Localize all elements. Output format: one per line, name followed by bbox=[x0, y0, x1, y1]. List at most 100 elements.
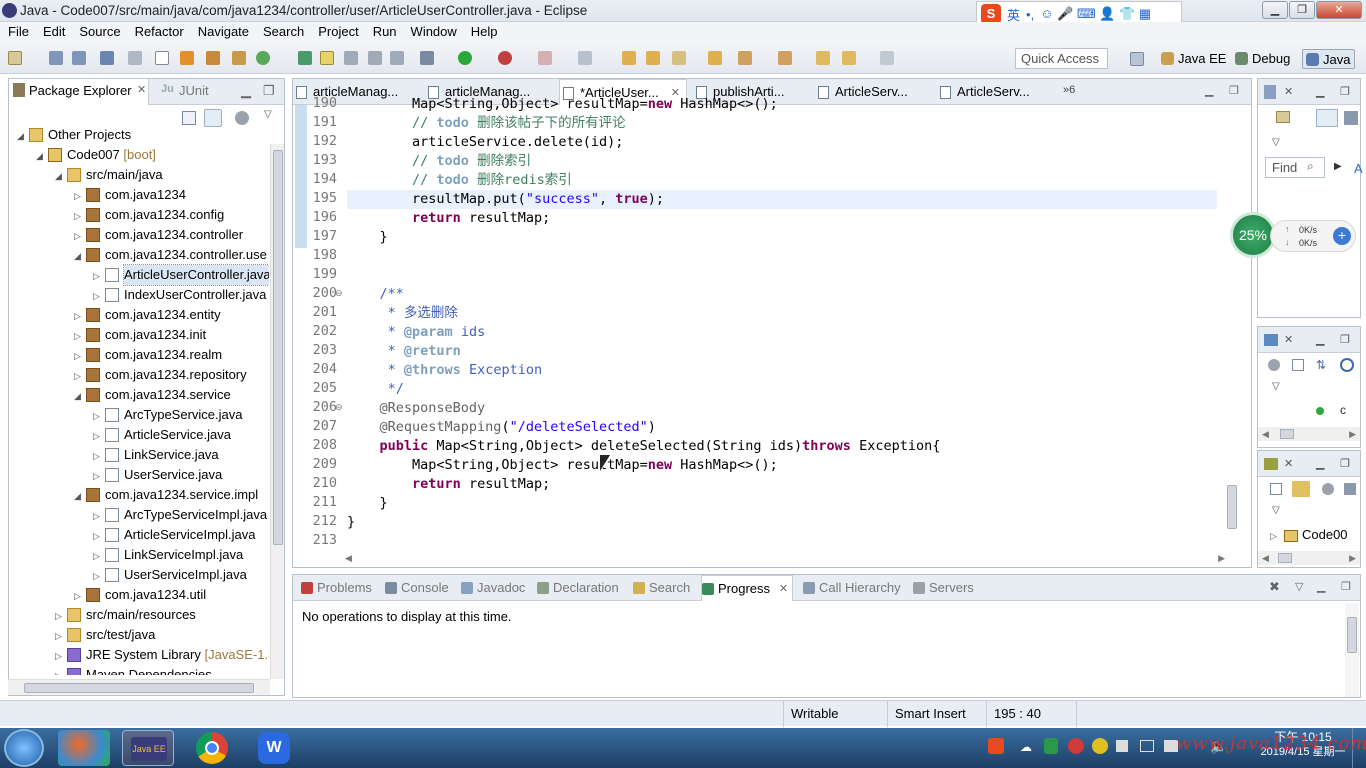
task-icon[interactable] bbox=[232, 51, 246, 65]
disconnect-icon[interactable] bbox=[578, 51, 592, 65]
code-line[interactable]: } bbox=[347, 228, 1217, 247]
media-app-icon[interactable] bbox=[58, 730, 110, 766]
search-toolbar-icon[interactable] bbox=[672, 51, 686, 65]
tree-expand-icon[interactable]: ◢ bbox=[55, 166, 65, 186]
package-explorer-vscrollbar[interactable] bbox=[270, 144, 284, 679]
bottom-tab[interactable]: Call Hierarchy bbox=[803, 575, 901, 601]
bottom-tab[interactable]: Search bbox=[633, 575, 690, 601]
add-icon[interactable]: + bbox=[1333, 227, 1351, 245]
bottom-tab[interactable]: Javadoc bbox=[461, 575, 525, 601]
bottom-tab[interactable]: Declaration bbox=[537, 575, 619, 601]
maximize-view-icon[interactable]: ❐ bbox=[263, 83, 275, 99]
code-line[interactable]: // todo 删除redis索引 bbox=[347, 171, 1217, 190]
menu-search[interactable]: Search bbox=[249, 22, 304, 39]
code-line[interactable]: } bbox=[347, 494, 1217, 513]
java-ee-ide-app-icon[interactable]: Java EE bbox=[122, 730, 174, 766]
code-line[interactable]: // todo 删除索引 bbox=[347, 152, 1217, 171]
bottom-tab[interactable]: Progress ✕ bbox=[701, 575, 794, 602]
tree-expand-icon[interactable]: ◢ bbox=[17, 126, 27, 146]
collapse-icon[interactable] bbox=[1292, 359, 1304, 371]
menu-edit[interactable]: Edit bbox=[29, 22, 65, 39]
code-line[interactable] bbox=[347, 247, 1217, 266]
view-menu-icon[interactable]: ▽ bbox=[264, 109, 272, 120]
open-perspective-icon[interactable] bbox=[1130, 52, 1144, 66]
minimize-view-icon[interactable]: ▁ bbox=[241, 83, 251, 99]
menu-file[interactable]: File bbox=[0, 22, 29, 39]
menu-source[interactable]: Source bbox=[65, 22, 120, 39]
close-icon[interactable]: ✕ bbox=[1284, 85, 1293, 98]
back-icon[interactable] bbox=[816, 51, 830, 65]
close-tab-icon[interactable]: ✕ bbox=[779, 576, 788, 602]
code-line[interactable]: * 多选删除 bbox=[347, 304, 1217, 323]
last-edit-icon[interactable] bbox=[778, 51, 792, 65]
menu-run[interactable]: Run bbox=[359, 22, 397, 39]
close-button[interactable]: ✕ bbox=[1316, 1, 1362, 19]
code-line[interactable]: articleService.delete(id); bbox=[347, 133, 1217, 152]
tree-expand-icon[interactable]: ▷ bbox=[55, 646, 65, 666]
view-menu-icon[interactable]: ▽ bbox=[1272, 381, 1280, 392]
tree-expand-icon[interactable]: ▷ bbox=[93, 426, 103, 446]
build-icon[interactable] bbox=[206, 51, 220, 65]
bottom-tab[interactable]: Console bbox=[385, 575, 449, 601]
start-button[interactable] bbox=[4, 729, 44, 767]
tree-expand-icon[interactable]: ▷ bbox=[74, 366, 84, 386]
debug-icon[interactable] bbox=[420, 51, 434, 65]
bottom-tab[interactable]: Problems bbox=[301, 575, 372, 601]
tree-expand-icon[interactable]: ▷ bbox=[93, 506, 103, 526]
maximize-view-icon[interactable]: ❐ bbox=[1340, 333, 1350, 346]
menu-project[interactable]: Project bbox=[304, 22, 358, 39]
bottom-tab[interactable]: Servers bbox=[913, 575, 974, 601]
wps-app-icon[interactable]: W bbox=[248, 730, 300, 766]
tree-expand-icon[interactable]: ▷ bbox=[74, 226, 84, 246]
code-line[interactable]: return resultMap; bbox=[347, 475, 1217, 494]
quick-access-input[interactable]: Quick Access bbox=[1015, 48, 1108, 69]
hide-static-icon[interactable] bbox=[1340, 358, 1354, 372]
tree-expand-icon[interactable]: ◢ bbox=[74, 386, 84, 406]
run-icon[interactable] bbox=[458, 51, 472, 65]
close-icon[interactable]: ✕ bbox=[1284, 457, 1293, 470]
chrome-app-icon[interactable] bbox=[186, 730, 238, 766]
project-side-hscrollbar[interactable]: ◀ ▶ bbox=[1258, 551, 1360, 565]
code-line[interactable]: return resultMap; bbox=[347, 209, 1217, 228]
tree-expand-icon[interactable]: ▷ bbox=[93, 566, 103, 586]
search-icon[interactable]: ⌕ bbox=[1307, 159, 1314, 174]
expand-arrow-icon[interactable]: ▶ bbox=[1334, 161, 1342, 172]
code-line[interactable]: @ResponseBody bbox=[347, 399, 1217, 418]
tab-package-explorer[interactable]: Package Explorer bbox=[29, 83, 132, 98]
next-annotation-icon[interactable] bbox=[298, 51, 312, 65]
maximize-button[interactable]: ❐ bbox=[1289, 1, 1315, 19]
toggle-breadcrumb-icon[interactable] bbox=[128, 51, 142, 65]
view-menu-icon[interactable]: ▽ bbox=[1272, 505, 1280, 516]
activate-link[interactable]: A bbox=[1354, 161, 1363, 176]
code-line[interactable]: @RequestMapping("/deleteSelected") bbox=[347, 418, 1217, 437]
categorize-icon[interactable] bbox=[1316, 109, 1338, 127]
minimize-view-icon[interactable]: ▁ bbox=[1316, 85, 1324, 98]
tree-expand-icon[interactable]: ▷ bbox=[55, 606, 65, 626]
collapse-all-icon[interactable] bbox=[182, 111, 196, 125]
remove-all-icon[interactable]: ✖ bbox=[1269, 579, 1280, 595]
tree-expand-icon[interactable]: ▷ bbox=[74, 586, 84, 606]
expand-arrow-icon[interactable]: ▷ bbox=[1270, 531, 1277, 542]
focus-icon[interactable] bbox=[1322, 483, 1334, 495]
filter-icon[interactable] bbox=[1344, 111, 1358, 125]
maximize-view-icon[interactable]: ❐ bbox=[1340, 457, 1350, 470]
package-explorer-hscrollbar[interactable] bbox=[8, 679, 270, 695]
fold-toggle-icon[interactable]: ⊖ bbox=[335, 288, 343, 299]
perspective-java[interactable]: Java bbox=[1302, 49, 1356, 69]
code-line[interactable]: /** bbox=[347, 285, 1217, 304]
code-line[interactable]: resultMap.put("success", true); bbox=[347, 190, 1217, 209]
bottom-vscrollbar[interactable] bbox=[1345, 603, 1359, 697]
run-external-icon[interactable] bbox=[498, 51, 512, 65]
flag-icon[interactable] bbox=[1140, 740, 1154, 752]
bookmark-icon[interactable] bbox=[180, 51, 194, 65]
tree-expand-icon[interactable]: ▷ bbox=[93, 406, 103, 426]
tree-expand-icon[interactable]: ▷ bbox=[55, 626, 65, 646]
minimize-view-icon[interactable]: ▁ bbox=[1317, 580, 1325, 593]
plus-tray-icon[interactable] bbox=[1092, 738, 1108, 754]
open-folder-icon[interactable] bbox=[708, 51, 722, 65]
link-editor-icon[interactable] bbox=[1292, 481, 1310, 497]
tree-expand-icon[interactable]: ▷ bbox=[93, 446, 103, 466]
back-arrow-icon[interactable] bbox=[842, 51, 856, 65]
tree-expand-icon[interactable]: ◢ bbox=[36, 146, 46, 166]
tree-expand-icon[interactable]: ▷ bbox=[93, 526, 103, 546]
